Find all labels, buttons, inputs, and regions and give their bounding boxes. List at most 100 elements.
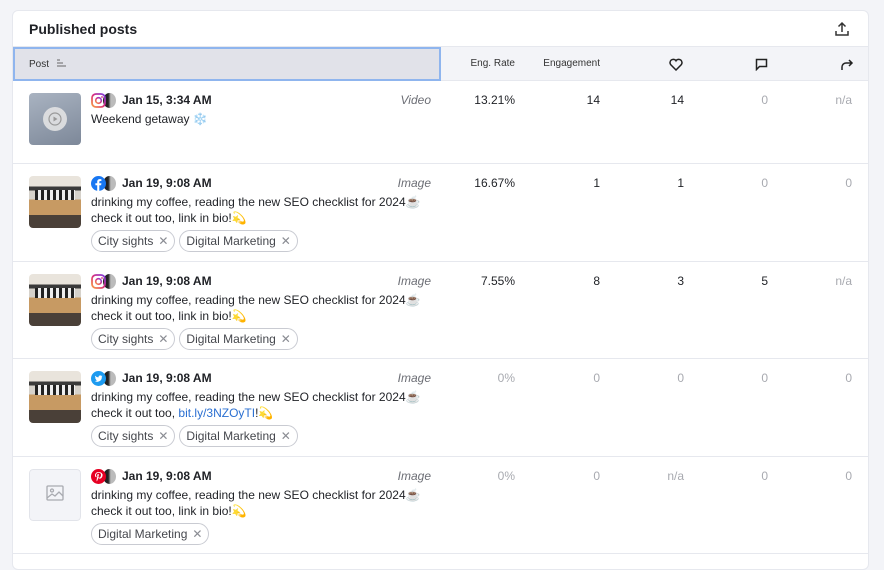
post-date: Jan 19, 9:08 AM (122, 469, 212, 483)
post-thumbnail[interactable] (29, 274, 81, 326)
post-text-line2: check it out too, link in bio!💫 (91, 309, 247, 323)
tag-label: Digital Marketing (186, 429, 275, 443)
comment-icon[interactable] (755, 58, 768, 71)
column-header-post[interactable]: Post (13, 47, 441, 81)
engagement-value: 14 (530, 93, 600, 107)
video-thumbnail[interactable] (29, 93, 81, 145)
table-row[interactable]: Jan 19, 9:08 AM Image drinking my coffee, … (13, 262, 868, 359)
image-thumbnail[interactable] (29, 371, 81, 423)
tag-chip[interactable]: Digital Marketing ✕ (179, 230, 297, 252)
tag-chip[interactable]: Digital Marketing ✕ (91, 523, 209, 545)
post-text-line2: check it out too, link in bio!💫 (91, 504, 247, 518)
post-type: Image (398, 176, 431, 190)
likes-value: 14 (614, 93, 684, 107)
comments-value: 5 (698, 274, 768, 288)
post-thumbnail[interactable] (29, 176, 81, 228)
column-header-eng-rate[interactable]: Eng. Rate (453, 58, 515, 69)
tag-chip[interactable]: City sights✕ (91, 230, 175, 252)
shares-value: n/a (782, 274, 852, 288)
likes-value: n/a (614, 469, 684, 483)
engagement-value: 1 (530, 176, 600, 190)
eng-rate-value: 0% (445, 469, 515, 483)
heart-icon[interactable] (669, 58, 683, 71)
post-text: drinking my coffee, reading the new SEO … (91, 389, 431, 421)
twitter-icon (91, 371, 106, 386)
post-text: drinking my coffee, reading the new SEO … (91, 487, 431, 519)
table-row[interactable]: Jan 19, 9:08 AM Image drinking my coffee, … (13, 457, 868, 554)
tag-label: Digital Marketing (186, 234, 275, 248)
post-text-line1: drinking my coffee, reading the new SEO … (91, 195, 421, 209)
engagement-value: 0 (530, 469, 600, 483)
likes-value: 0 (614, 371, 684, 385)
card-title: Published posts (29, 21, 137, 37)
facebook-icon (91, 176, 106, 191)
eng-rate-value: 7.55% (445, 274, 515, 288)
column-post-label: Post (29, 59, 49, 70)
post-thumbnail[interactable] (29, 93, 81, 145)
column-header-engagement[interactable]: Engagement (523, 58, 600, 69)
post-date: Jan 15, 3:34 AM (122, 93, 212, 107)
remove-tag-icon[interactable]: ✕ (158, 429, 168, 443)
remove-tag-icon[interactable]: ✕ (192, 527, 202, 541)
instagram-icon (91, 274, 106, 289)
post-thumbnail[interactable] (29, 469, 81, 521)
tag-label: Digital Marketing (186, 332, 275, 346)
shares-value: 0 (782, 176, 852, 190)
comments-value: 0 (698, 469, 768, 483)
tag-chip[interactable]: Digital Marketing ✕ (179, 328, 297, 350)
post-text-line1: drinking my coffee, reading the new SEO … (91, 488, 421, 502)
export-icon[interactable] (834, 21, 850, 37)
shares-value: n/a (782, 93, 852, 107)
post-text-line1: Weekend getaway ❄️ (91, 112, 208, 126)
comments-value: 0 (698, 93, 768, 107)
post-text-line2: check it out too, (91, 406, 178, 420)
tag-label: City sights (98, 429, 153, 443)
post-date: Jan 19, 9:08 AM (122, 274, 212, 288)
image-icon (46, 485, 64, 506)
post-link[interactable]: bit.ly/3NZOyTI (178, 406, 255, 420)
post-text: Weekend getaway ❄️ (91, 111, 431, 127)
likes-value: 3 (614, 274, 684, 288)
eng-rate-value: 0% (445, 371, 515, 385)
eng-rate-value: 13.21% (445, 93, 515, 107)
image-thumbnail[interactable] (29, 274, 81, 326)
post-type: Video (401, 93, 431, 107)
tag-chip[interactable]: Digital Marketing ✕ (179, 425, 297, 447)
shares-value: 0 (782, 371, 852, 385)
image-thumbnail[interactable] (29, 176, 81, 228)
remove-tag-icon[interactable]: ✕ (158, 332, 168, 346)
post-text-after: !💫 (255, 406, 273, 420)
tag-chip[interactable]: City sights ✕ (91, 425, 175, 447)
published-posts-card: Published posts Post Eng. Rate Engagemen… (12, 10, 869, 570)
table-row[interactable]: Jan 15, 3:34 AM Video Weekend getaway ❄️ 13… (13, 81, 868, 164)
table-row[interactable]: Jan 19, 9:08 AM Image drinking my coffee, … (13, 164, 868, 262)
engagement-value: 8 (530, 274, 600, 288)
remove-tag-icon[interactable]: ✕ (281, 234, 291, 248)
likes-value: 1 (614, 176, 684, 190)
post-text-line2: check it out too, link in bio!💫 (91, 211, 247, 225)
share-icon[interactable] (840, 58, 854, 71)
post-date: Jan 19, 9:08 AM (122, 176, 212, 190)
image-placeholder[interactable] (29, 469, 81, 521)
remove-tag-icon[interactable]: ✕ (281, 332, 291, 346)
table-row[interactable]: Jan 19, 9:08 AM Image drinking my coffee, … (13, 359, 868, 457)
tag-label: City sights (98, 332, 153, 346)
shares-value: 0 (782, 469, 852, 483)
post-text-line1: drinking my coffee, reading the new SEO … (91, 390, 421, 404)
sort-icon (57, 59, 67, 70)
engagement-value: 0 (530, 371, 600, 385)
tag-label: Digital Marketing (98, 527, 187, 541)
post-text: drinking my coffee, reading the new SEO … (91, 292, 431, 324)
post-type: Image (398, 469, 431, 483)
instagram-icon (91, 93, 106, 108)
post-type: Image (398, 274, 431, 288)
tag-chip[interactable]: City sights ✕ (91, 328, 175, 350)
remove-tag-icon[interactable]: ✕ (158, 234, 168, 248)
post-date: Jan 19, 9:08 AM (122, 371, 212, 385)
play-icon (43, 107, 67, 131)
table-header: Post Eng. Rate Engagement (13, 46, 868, 81)
eng-rate-value: 16.67% (445, 176, 515, 190)
remove-tag-icon[interactable]: ✕ (281, 429, 291, 443)
post-type: Image (398, 371, 431, 385)
post-thumbnail[interactable] (29, 371, 81, 423)
